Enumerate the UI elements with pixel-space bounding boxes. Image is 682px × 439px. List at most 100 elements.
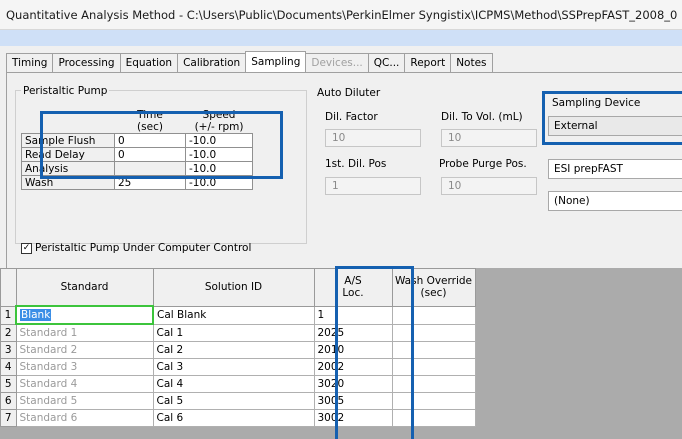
table-row: 1 Blank Cal Blank 1 [0, 305, 476, 325]
row-number: 2 [0, 323, 17, 342]
pump-header-spacer [22, 109, 115, 134]
col-as-loc-line1: A/S [344, 275, 362, 288]
standard-cell[interactable]: Standard 2 [15, 341, 154, 359]
pump-row-label: Analysis [21, 161, 115, 176]
wash-override-cell[interactable] [391, 305, 476, 325]
standard-cell[interactable]: Blank [15, 305, 154, 325]
row-number: 1 [0, 305, 17, 325]
tab-qc[interactable]: QC... [367, 53, 406, 72]
dil-factor-label: Dil. Factor [325, 111, 378, 123]
table-row: 7 Standard 6 Cal 6 3002 [0, 409, 476, 427]
computer-control-label: Peristaltic Pump Under Computer Control [35, 242, 252, 254]
tab-calibration[interactable]: Calibration [177, 53, 247, 72]
standard-cell[interactable]: Standard 1 [15, 323, 154, 342]
row-number: 6 [0, 392, 17, 410]
probe-purge-label: Probe Purge Pos. [439, 158, 527, 170]
standards-table: Standard Solution ID A/S Loc. Wash Overri… [0, 268, 476, 427]
first-dil-pos-label: 1st. Dil. Pos [325, 158, 387, 170]
as-loc-cell[interactable]: 3020 [313, 375, 393, 393]
table-row: 2 Standard 1 Cal 1 2025 [0, 323, 476, 342]
as-loc-cell[interactable]: 2002 [313, 358, 393, 376]
row-number: 3 [0, 341, 17, 359]
col-as-loc[interactable]: A/S Loc. [313, 268, 393, 307]
dil-to-vol-field[interactable]: 10 [441, 129, 537, 147]
tab-timing[interactable]: Timing [6, 53, 54, 72]
pump-row-sample-flush: Sample Flush 0 -10.0 [21, 133, 253, 148]
standard-cell[interactable]: Standard 6 [15, 409, 154, 427]
pump-row-label: Sample Flush [21, 133, 115, 148]
wash-override-cell[interactable] [391, 409, 476, 427]
row-number: 4 [0, 358, 17, 376]
wash-override-cell[interactable] [391, 358, 476, 376]
as-loc-cell[interactable]: 3002 [313, 409, 393, 427]
pump-row-wash: Wash 25 -10.0 [21, 175, 253, 190]
auto-diluter-title: Auto Diluter [317, 87, 381, 99]
wash-override-cell[interactable] [391, 341, 476, 359]
solution-id-cell[interactable]: Cal Blank [152, 305, 315, 325]
tab-report[interactable]: Report [404, 53, 452, 72]
col-wash-override-line1: Wash Override [394, 275, 473, 288]
table-row: 5 Standard 4 Cal 4 3020 [0, 375, 476, 393]
as-loc-cell[interactable]: 1 [313, 305, 393, 325]
wash-override-cell[interactable] [391, 323, 476, 342]
table-row: 4 Standard 3 Cal 3 2002 [0, 358, 476, 376]
standards-grid-area: Standard Solution ID A/S Loc. Wash Overri… [0, 266, 682, 439]
row-number: 7 [0, 409, 17, 427]
first-dil-pos-field[interactable]: 1 [325, 177, 421, 195]
col-standard[interactable]: Standard [15, 268, 154, 307]
pump-speed-cell[interactable]: -10.0 [185, 133, 253, 148]
probe-purge-field[interactable]: 10 [441, 177, 537, 195]
as-loc-cell[interactable]: 2025 [313, 323, 393, 342]
peristaltic-pump-title: Peristaltic Pump [21, 85, 110, 97]
tab-sampling[interactable]: Sampling [245, 51, 307, 72]
solution-id-cell[interactable]: Cal 3 [152, 358, 315, 376]
pump-row-label: Wash [21, 175, 115, 190]
window-title: Quantitative Analysis Method - C:\Users\… [0, 0, 682, 30]
standard-cell[interactable]: Standard 5 [15, 392, 154, 410]
tab-equation[interactable]: Equation [119, 53, 179, 72]
pump-time-cell[interactable]: 0 [114, 133, 186, 148]
sampling-device-select[interactable]: External [548, 116, 682, 136]
row-number: 5 [0, 375, 17, 393]
peristaltic-pump-table: Time (sec) Speed (+/- rpm) Sample Flush 0 … [21, 109, 253, 190]
sampling-device-title: Sampling Device [552, 97, 641, 109]
tab-strip: Timing Processing Equation Calibration S… [6, 51, 493, 72]
tab-devices: Devices... [305, 53, 369, 72]
tab-processing[interactable]: Processing [52, 53, 121, 72]
as-loc-cell[interactable]: 3005 [313, 392, 393, 410]
solution-id-cell[interactable]: Cal 2 [152, 341, 315, 359]
col-wash-override[interactable]: Wash Override (sec) [391, 268, 476, 307]
computer-control-checkbox[interactable]: ✓ [21, 243, 32, 254]
solution-id-cell[interactable]: Cal 4 [152, 375, 315, 393]
pump-speed-cell[interactable]: -10.0 [185, 161, 253, 176]
row-num-header [0, 268, 17, 307]
dil-factor-field[interactable]: 10 [325, 129, 421, 147]
pump-col-speed-unit: (+/- rpm) [194, 121, 244, 133]
as-loc-cell[interactable]: 2010 [313, 341, 393, 359]
pump-time-cell[interactable]: 25 [114, 175, 186, 190]
col-solution-id[interactable]: Solution ID [152, 268, 315, 307]
pump-speed-cell[interactable]: -10.0 [185, 147, 253, 162]
device-option-select[interactable]: (None) [548, 191, 682, 211]
pump-row-label: Read Delay [21, 147, 115, 162]
pump-col-time-label: Time [137, 109, 163, 121]
solution-id-cell[interactable]: Cal 6 [152, 409, 315, 427]
solution-id-cell[interactable]: Cal 5 [152, 392, 315, 410]
wash-override-cell[interactable] [391, 375, 476, 393]
solution-id-cell[interactable]: Cal 1 [152, 323, 315, 342]
menu-strip [0, 30, 682, 46]
pump-col-speed: Speed (+/- rpm) [186, 109, 253, 134]
standard-cell[interactable]: Standard 3 [15, 358, 154, 376]
pump-col-speed-label: Speed [202, 109, 236, 121]
pump-time-cell [114, 161, 186, 176]
pump-time-cell[interactable]: 0 [114, 147, 186, 162]
dil-to-vol-label: Dil. To Vol. (mL) [441, 111, 523, 123]
device-model-select[interactable]: ESI prepFAST [548, 159, 682, 179]
pump-speed-cell[interactable]: -10.0 [185, 175, 253, 190]
wash-override-cell[interactable] [391, 392, 476, 410]
pump-col-time-unit: (sec) [137, 121, 163, 133]
standard-cell[interactable]: Standard 4 [15, 375, 154, 393]
table-row: 3 Standard 2 Cal 2 2010 [0, 341, 476, 359]
pump-row-read-delay: Read Delay 0 -10.0 [21, 147, 253, 162]
tab-notes[interactable]: Notes [450, 53, 493, 72]
